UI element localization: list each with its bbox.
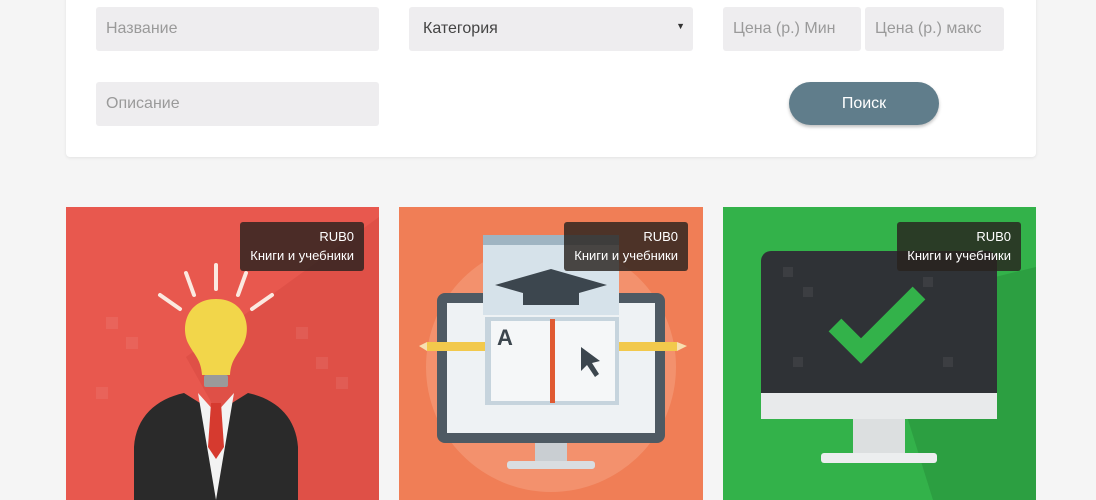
product-category: Книги и учебники [574,248,678,263]
product-badge: RUB0 Книги и учебники [240,222,364,271]
product-badge: RUB0 Книги и учебники [897,222,1021,271]
product-card[interactable]: A RUB0 Книги и учебники [399,207,703,500]
product-card[interactable]: RUB0 Книги и учебники [723,207,1036,500]
product-price: RUB0 [319,229,354,244]
svg-text:A: A [497,325,513,350]
product-category: Книги и учебники [907,248,1011,263]
description-input[interactable] [96,82,379,126]
category-select-value: Категория [423,20,498,37]
product-price: RUB0 [976,229,1011,244]
name-input[interactable] [96,7,379,51]
category-select[interactable]: Категория ▼ [409,7,693,51]
product-category: Книги и учебники [250,248,354,263]
product-card[interactable]: RUB0 Книги и учебники [66,207,379,500]
price-min-input[interactable] [723,7,861,51]
price-max-input[interactable] [865,7,1004,51]
product-price: RUB0 [643,229,678,244]
product-badge: RUB0 Книги и учебники [564,222,688,271]
chevron-down-icon: ▼ [676,21,685,31]
search-button[interactable]: Поиск [789,82,939,125]
